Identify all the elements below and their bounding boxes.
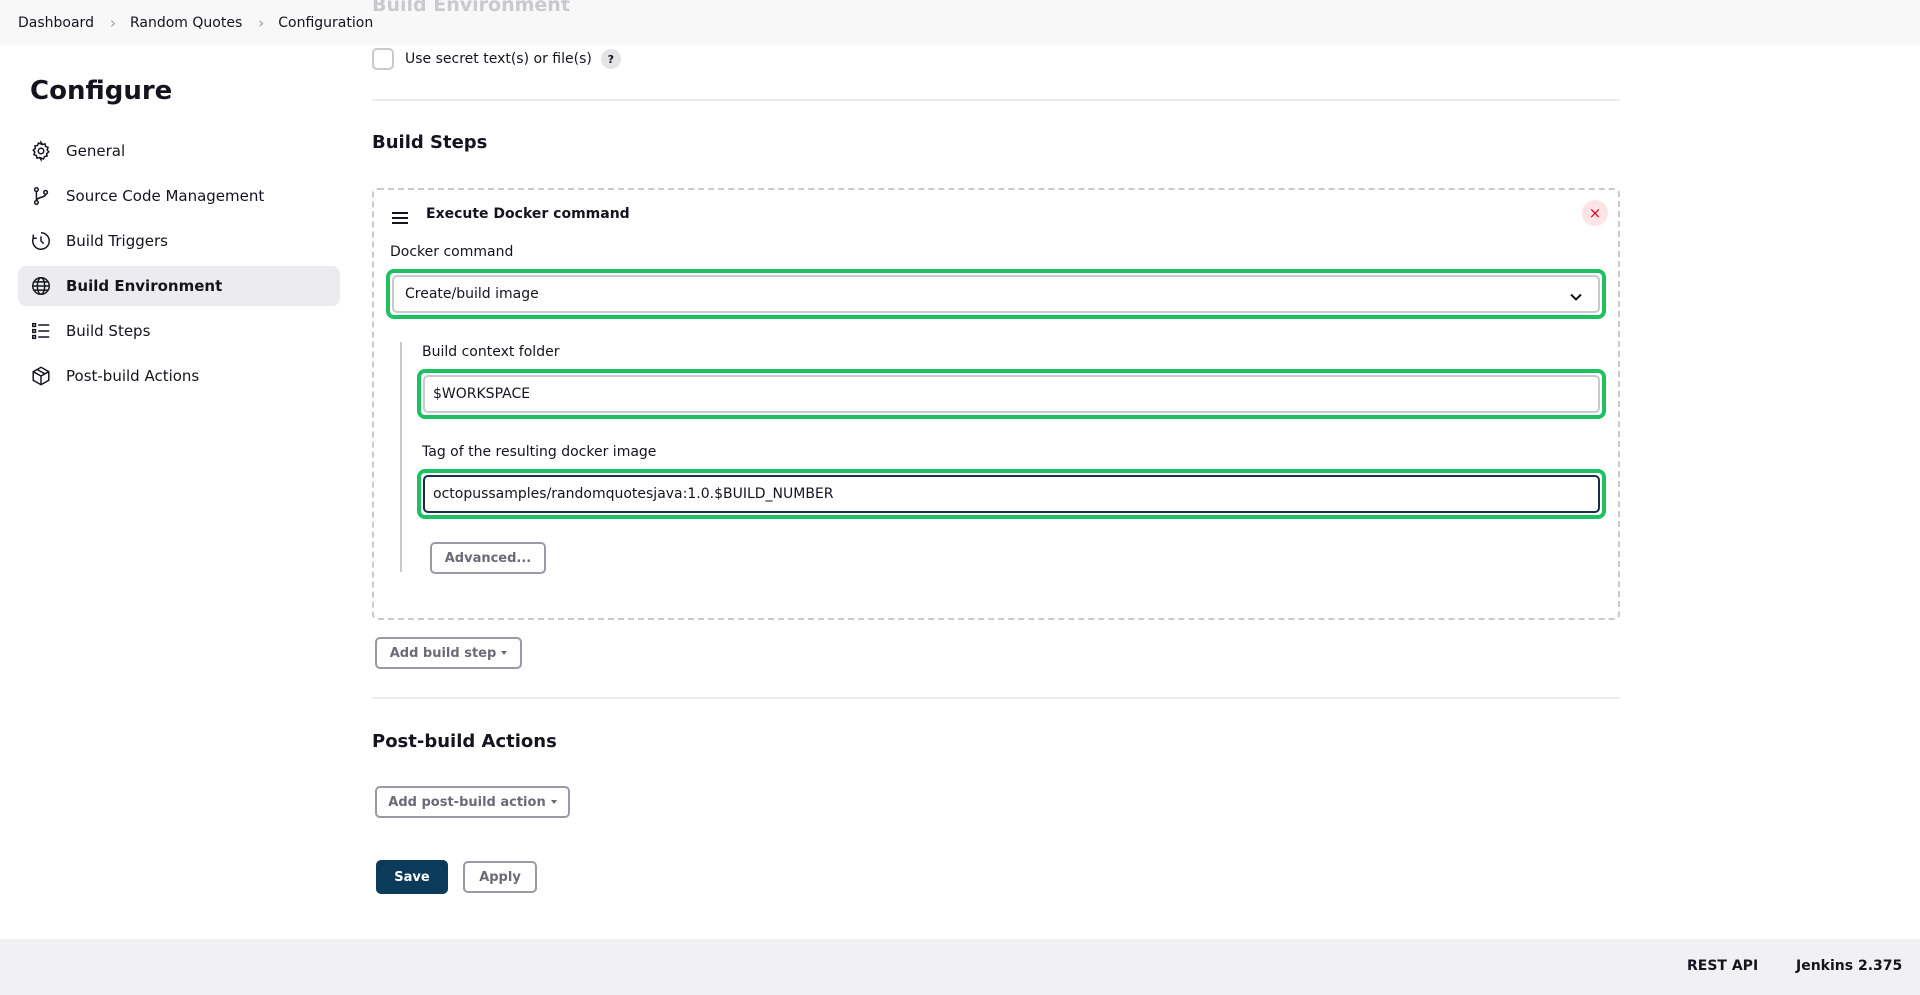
nested-options-rule: [400, 342, 402, 572]
chevron-right-icon: ›: [258, 13, 265, 32]
breadcrumb: Dashboard › Random Quotes › Configuratio…: [18, 0, 373, 45]
docker-command-highlight: Create/build image: [386, 269, 1606, 319]
caret-down-icon: [501, 651, 508, 655]
add-build-step-button[interactable]: Add build step: [375, 637, 522, 669]
sidebar-item-build-environment[interactable]: Build Environment: [18, 266, 340, 306]
chevron-right-icon: ›: [109, 13, 116, 32]
top-bar: Dashboard › Random Quotes › Configuratio…: [0, 0, 1920, 45]
close-icon[interactable]: ×: [1582, 200, 1608, 226]
globe-icon: [30, 275, 52, 297]
sidebar-item-build-steps[interactable]: Build Steps: [18, 311, 340, 351]
sidebar-item-label: Build Triggers: [66, 232, 168, 250]
branch-icon: [30, 185, 52, 207]
sidebar-item-build-triggers[interactable]: Build Triggers: [18, 221, 340, 261]
sidebar-item-source-code-management[interactable]: Source Code Management: [18, 176, 340, 216]
list-icon: [30, 320, 52, 342]
docker-command-value: Create/build image: [405, 286, 539, 302]
build-step-card: Execute Docker command × Docker command …: [372, 188, 1620, 620]
secret-label: Use secret text(s) or file(s): [405, 51, 592, 67]
package-icon: [30, 365, 52, 387]
sidebar-item-post-build-actions[interactable]: Post-build Actions: [18, 356, 340, 396]
breadcrumb-random-quotes[interactable]: Random Quotes: [130, 15, 242, 31]
section-divider: [372, 99, 1620, 101]
docker-command-select[interactable]: Create/build image: [392, 275, 1600, 313]
sidebar-item-label: Post-build Actions: [66, 367, 200, 385]
step-title: Execute Docker command: [426, 206, 630, 222]
context-folder-input[interactable]: [423, 375, 1600, 413]
add-post-build-label: Add post-build action: [388, 794, 546, 810]
clock-icon: [30, 230, 52, 252]
version-link[interactable]: Jenkins 2.375: [1796, 958, 1902, 974]
caret-down-icon: [550, 800, 557, 804]
apply-button[interactable]: Apply: [463, 861, 537, 893]
sidebar-item-label: Build Environment: [66, 277, 223, 295]
page-title: Configure: [30, 76, 173, 106]
sidebar-item-label: Build Steps: [66, 322, 151, 340]
sidebar: Configure General Source Code Management…: [18, 70, 340, 396]
help-icon[interactable]: ?: [600, 49, 621, 69]
scrolled-section-title: Build Environment: [372, 0, 570, 16]
breadcrumb-configuration[interactable]: Configuration: [278, 15, 373, 31]
footer: REST API Jenkins 2.375: [0, 939, 1920, 995]
drag-handle-icon[interactable]: [392, 212, 408, 227]
docker-command-label: Docker command: [390, 244, 514, 260]
secret-checkbox[interactable]: [372, 48, 394, 70]
add-post-build-action-button[interactable]: Add post-build action: [375, 786, 570, 818]
add-build-step-label: Add build step: [389, 645, 497, 661]
sidebar-item-label: General: [66, 142, 126, 160]
chevron-down-icon: [1570, 293, 1582, 301]
context-folder-label: Build context folder: [422, 344, 560, 360]
image-tag-input[interactable]: [423, 475, 1600, 513]
advanced-button[interactable]: Advanced...: [430, 542, 546, 574]
section-divider: [372, 697, 1620, 699]
image-tag-highlight: [417, 469, 1606, 519]
save-button[interactable]: Save: [376, 860, 448, 894]
sidebar-item-general[interactable]: General: [18, 131, 340, 171]
context-folder-highlight: [417, 369, 1606, 419]
sidebar-item-label: Source Code Management: [66, 187, 265, 205]
breadcrumb-dashboard[interactable]: Dashboard: [18, 15, 94, 31]
post-build-title: Post-build Actions: [372, 731, 557, 752]
image-tag-label: Tag of the resulting docker image: [422, 444, 657, 460]
gear-icon: [30, 140, 52, 162]
rest-api-link[interactable]: REST API: [1687, 958, 1758, 974]
secret-option: Use secret text(s) or file(s) ?: [372, 48, 621, 70]
build-steps-title: Build Steps: [372, 132, 488, 153]
